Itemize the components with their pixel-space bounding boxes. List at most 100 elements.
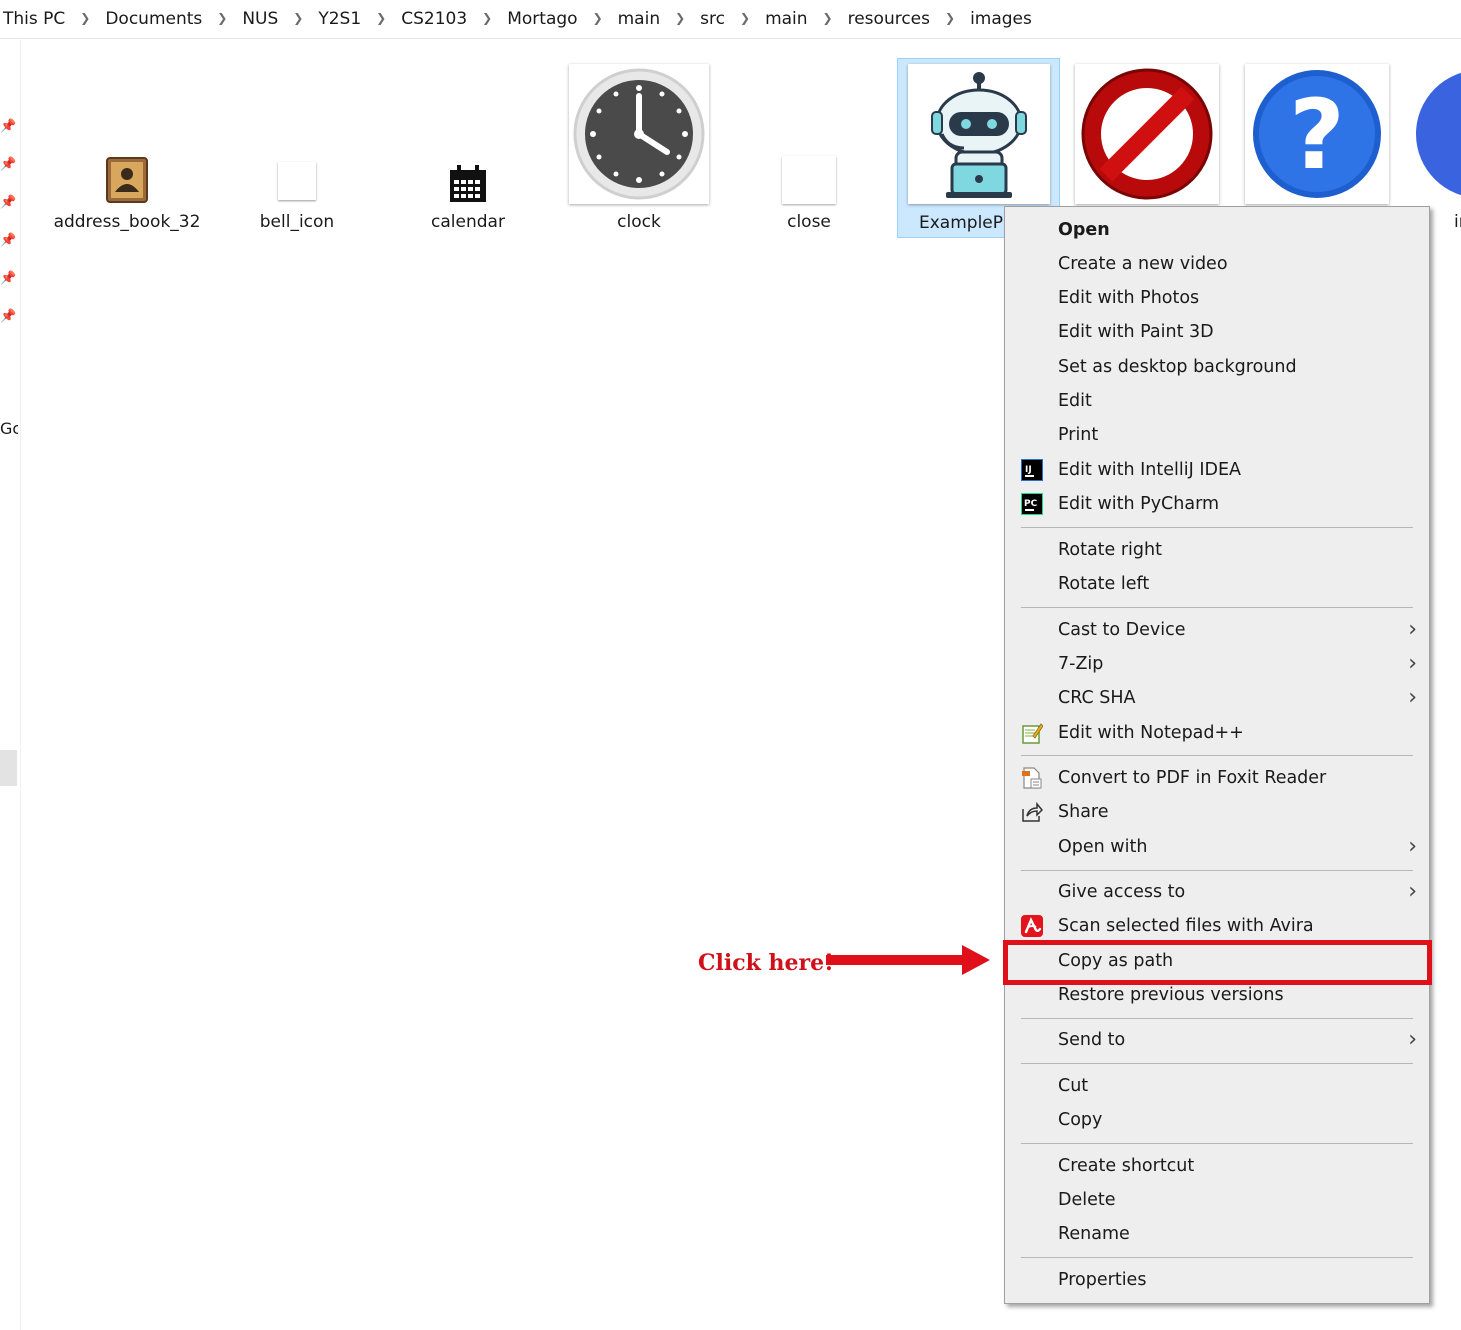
robot-icon [930, 72, 1027, 198]
file-clock[interactable]: clock [563, 58, 715, 238]
menu-item-copy[interactable]: Copy [1005, 1103, 1429, 1137]
chevron-right-icon[interactable]: ❯ [367, 11, 395, 25]
chevron-right-icon: › [1408, 879, 1417, 904]
menu-item-label: Convert to PDF in Foxit Reader [1058, 768, 1327, 788]
nav-item-partial[interactable]: Go [0, 419, 18, 438]
breadcrumb-main[interactable]: main [612, 9, 666, 29]
menu-separator [1021, 870, 1413, 871]
file-name: close [787, 212, 831, 232]
chevron-right-icon[interactable]: ❯ [666, 11, 694, 25]
pycharm-icon: PC [1021, 493, 1043, 515]
chevron-right-icon[interactable]: ❯ [71, 11, 99, 25]
menu-item-open-with[interactable]: Open with › [1005, 830, 1429, 864]
foxit-icon [1022, 767, 1042, 789]
menu-item-print[interactable]: Print [1005, 418, 1429, 452]
file-name: calendar [431, 212, 505, 232]
breadcrumb-cs2103[interactable]: CS2103 [395, 9, 473, 29]
menu-item-label: Share [1058, 802, 1109, 822]
svg-text:IJ: IJ [1025, 465, 1032, 475]
file-name: bell_icon [259, 212, 335, 232]
menu-item-cast[interactable]: Cast to Device › [1005, 613, 1429, 647]
breadcrumb-this-pc[interactable]: This PC [0, 9, 71, 29]
breadcrumb-resources[interactable]: resources [842, 9, 936, 29]
menu-item-label: Give access to [1058, 882, 1186, 902]
pin-icon[interactable]: 📌 [0, 272, 16, 286]
file-name: address_book_32 [53, 212, 201, 232]
menu-item-label: Edit with PyCharm [1058, 494, 1220, 514]
chevron-right-icon[interactable]: ❯ [936, 11, 964, 25]
menu-item-label: Send to [1058, 1030, 1126, 1050]
menu-separator [1021, 1018, 1413, 1019]
chevron-right-icon[interactable]: ❯ [731, 11, 759, 25]
svg-text:PC: PC [1024, 499, 1038, 509]
nav-scrollbar[interactable] [0, 750, 17, 786]
menu-item-edit[interactable]: Edit [1005, 384, 1429, 418]
svg-text:?: ? [1289, 79, 1345, 191]
menu-separator [1021, 755, 1413, 756]
menu-item-crc-sha[interactable]: CRC SHA › [1005, 681, 1429, 715]
navigation-pane: 📌 📌 📌 📌 📌 📌 Go [0, 38, 21, 1330]
file-address-book[interactable]: address_book_32 [51, 58, 203, 238]
intellij-icon: IJ [1021, 459, 1043, 481]
chevron-right-icon[interactable]: ❯ [473, 11, 501, 25]
arrow-right-icon [826, 945, 990, 975]
menu-item-intellij[interactable]: IJ Edit with IntelliJ IDEA [1005, 453, 1429, 487]
file-close[interactable]: close [733, 58, 885, 238]
menu-item-open[interactable]: Open [1005, 213, 1429, 247]
menu-item-rotate-left[interactable]: Rotate left [1005, 567, 1429, 601]
menu-item-set-background[interactable]: Set as desktop background [1005, 350, 1429, 384]
address-breadcrumb: This PC ❯ Documents ❯ NUS ❯ Y2S1 ❯ CS2103 ❯ M… [0, 0, 1461, 39]
menu-item-label: Edit with Notepad++ [1058, 723, 1244, 743]
chevron-right-icon[interactable]: ❯ [284, 11, 312, 25]
menu-item-cut[interactable]: Cut [1005, 1069, 1429, 1103]
chevron-right-icon[interactable]: ❯ [814, 11, 842, 25]
menu-separator [1021, 1257, 1413, 1258]
breadcrumb-y2s1[interactable]: Y2S1 [312, 9, 367, 29]
chevron-right-icon[interactable]: ❯ [584, 11, 612, 25]
chevron-right-icon: › [1408, 617, 1417, 642]
menu-item-create-video[interactable]: Create a new video [1005, 247, 1429, 281]
menu-separator [1021, 1063, 1413, 1064]
menu-item-share[interactable]: Share [1005, 795, 1429, 829]
pin-icon[interactable]: 📌 [0, 158, 16, 172]
breadcrumb-mortago[interactable]: Mortago [501, 9, 583, 29]
file-calendar[interactable]: calendar [392, 58, 544, 238]
menu-item-send-to[interactable]: Send to › [1005, 1023, 1429, 1057]
menu-item-create-shortcut[interactable]: Create shortcut [1005, 1149, 1429, 1183]
pin-icon[interactable]: 📌 [0, 310, 16, 324]
menu-item-edit-paint3d[interactable]: Edit with Paint 3D [1005, 315, 1429, 349]
pin-icon[interactable]: 📌 [0, 196, 16, 210]
file-name: in [1454, 212, 1461, 232]
menu-item-properties[interactable]: Properties [1005, 1263, 1429, 1297]
file-bell-icon[interactable]: bell_icon [221, 58, 373, 238]
menu-item-avira[interactable]: Scan selected files with Avira [1005, 909, 1429, 943]
menu-item-label: Edit with IntelliJ IDEA [1058, 460, 1241, 480]
menu-item-rotate-right[interactable]: Rotate right [1005, 533, 1429, 567]
breadcrumb-src[interactable]: src [694, 9, 731, 29]
breadcrumb-images[interactable]: images [964, 9, 1038, 29]
menu-item-label: CRC SHA [1058, 688, 1136, 708]
pin-icon[interactable]: 📌 [0, 234, 16, 248]
blue-circle-icon [1416, 72, 1461, 196]
pin-icon[interactable]: 📌 [0, 120, 16, 134]
menu-separator [1021, 527, 1413, 528]
menu-item-rename[interactable]: Rename [1005, 1217, 1429, 1251]
question-mark-icon: ? [1253, 70, 1381, 198]
context-menu: Open Create a new video Edit with Photos… [1004, 206, 1430, 1304]
breadcrumb-main-2[interactable]: main [759, 9, 813, 29]
menu-item-edit-photos[interactable]: Edit with Photos [1005, 281, 1429, 315]
chevron-right-icon[interactable]: ❯ [208, 11, 236, 25]
help-thumbnail: ? [1245, 64, 1389, 204]
breadcrumb-nus[interactable]: NUS [236, 9, 284, 29]
chevron-right-icon: › [1408, 1027, 1417, 1052]
menu-item-pycharm[interactable]: PC Edit with PyCharm [1005, 487, 1429, 521]
menu-item-foxit[interactable]: Convert to PDF in Foxit Reader [1005, 761, 1429, 795]
menu-item-delete[interactable]: Delete [1005, 1183, 1429, 1217]
annotation-label: Click here! [698, 950, 834, 976]
breadcrumb-documents[interactable]: Documents [99, 9, 208, 29]
menu-item-notepadpp[interactable]: Edit with Notepad++ [1005, 716, 1429, 750]
menu-item-label: 7-Zip [1058, 654, 1104, 674]
menu-item-7zip[interactable]: 7-Zip › [1005, 647, 1429, 681]
prohibited-icon [1081, 68, 1213, 200]
menu-item-give-access[interactable]: Give access to › [1005, 875, 1429, 909]
